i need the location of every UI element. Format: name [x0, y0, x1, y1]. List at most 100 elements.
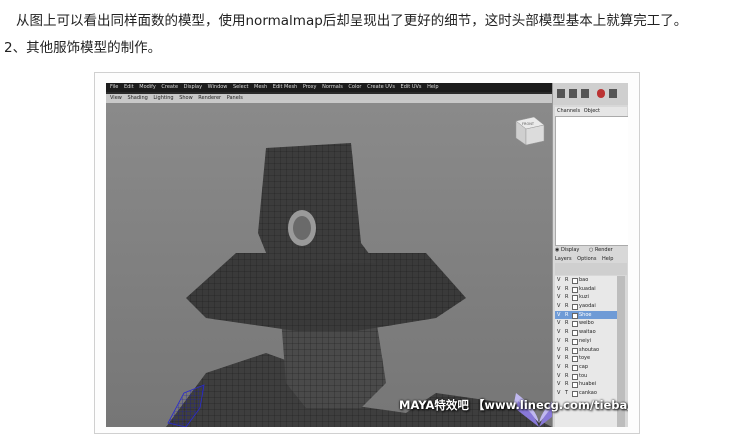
menu-mesh[interactable]: Mesh [254, 84, 267, 90]
menu-create-uvs[interactable]: Create UVs [367, 84, 395, 90]
menu-edit[interactable]: Edit [124, 84, 134, 90]
layer-visibility-toggle[interactable]: V [557, 302, 560, 311]
maya-window: File Edit Modify Create Display Window S… [106, 83, 628, 427]
layer-row[interactable]: V Rtoye [555, 354, 617, 363]
layer-render-toggle[interactable]: R [565, 372, 568, 381]
layer-render-toggle[interactable]: R [565, 311, 568, 320]
menu-proxy[interactable]: Proxy [303, 84, 317, 90]
hat-ornament-inner [293, 216, 311, 240]
layer-render-toggle[interactable]: R [565, 337, 568, 346]
layer-render-toggle[interactable]: R [565, 346, 568, 355]
layer-visibility-toggle[interactable]: V [557, 346, 560, 355]
layer-visibility-toggle[interactable]: V [557, 380, 560, 389]
layer-render-toggle[interactable]: R [565, 319, 568, 328]
panel-menu-view[interactable]: View [110, 95, 122, 101]
layer-visibility-toggle[interactable]: V [557, 363, 560, 372]
layer-color-swatch[interactable] [572, 286, 578, 293]
layer-visibility-toggle[interactable]: V [557, 337, 560, 346]
menu-create[interactable]: Create [161, 84, 178, 90]
layout-icon[interactable] [609, 89, 617, 98]
character-model-render: FRONT [166, 116, 552, 427]
layer-row[interactable]: V Rneiyi [555, 337, 617, 346]
layer-row[interactable]: V Rhuabei [555, 380, 617, 389]
3d-viewport[interactable]: FRONT [106, 103, 552, 427]
layer-visibility-toggle[interactable]: V [557, 293, 560, 302]
article-paragraph-1: 从图上可以看出同样面数的模型，使用normalmap后却呈现出了更好的细节，这时… [16, 13, 688, 29]
panel-menu-renderer[interactable]: Renderer [198, 95, 221, 101]
layer-name: waitao [579, 329, 596, 336]
layer-row[interactable]: V Rcap [555, 363, 617, 372]
layer-row[interactable]: V Rwaitao [555, 328, 617, 337]
tab-object[interactable]: Object [584, 108, 600, 114]
layer-color-swatch[interactable] [572, 338, 578, 345]
layer-menu-help[interactable]: Help [602, 256, 613, 262]
layer-row[interactable]: V Ryaodai [555, 302, 617, 311]
layer-color-swatch[interactable] [572, 304, 578, 311]
panel-menu-panels[interactable]: Panels [227, 95, 243, 101]
layer-visibility-toggle[interactable]: V [557, 328, 560, 337]
menu-edit-mesh[interactable]: Edit Mesh [273, 84, 297, 90]
article-paragraph-2: 2、其他服饰模型的制作。 [4, 40, 162, 56]
layer-render-toggle[interactable]: R [565, 363, 568, 372]
layer-color-swatch[interactable] [572, 312, 578, 319]
layer-render-toggle[interactable]: R [565, 285, 568, 294]
menu-help[interactable]: Help [427, 84, 438, 90]
render-radio-label: Render [594, 247, 613, 253]
layer-visibility-toggle[interactable]: V [557, 285, 560, 294]
menu-select[interactable]: Select [233, 84, 248, 90]
menu-window[interactable]: Window [208, 84, 228, 90]
layer-menu-options[interactable]: Options [577, 256, 596, 262]
layer-color-swatch[interactable] [572, 330, 578, 337]
menu-color[interactable]: Color [348, 84, 361, 90]
layer-render-toggle[interactable]: R [565, 293, 568, 302]
layer-color-swatch[interactable] [572, 364, 578, 371]
tool-settings-icon[interactable] [581, 89, 589, 98]
main-menubar: File Edit Modify Create Display Window S… [106, 83, 552, 92]
layer-name: neiyi [579, 337, 591, 344]
menu-normals[interactable]: Normals [322, 84, 343, 90]
panel-menu-shading[interactable]: Shading [127, 95, 147, 101]
layer-render-toggle[interactable]: R [565, 302, 568, 311]
layer-visibility-toggle[interactable]: V [557, 319, 560, 328]
menu-modify[interactable]: Modify [139, 84, 156, 90]
layer-row[interactable]: V Rtou [555, 372, 617, 381]
render-icon[interactable] [597, 89, 605, 98]
channel-box-icon[interactable] [557, 89, 565, 98]
layer-color-swatch[interactable] [572, 382, 578, 389]
layer-visibility-toggle[interactable]: V [557, 372, 560, 381]
layer-row[interactable]: V Rkuzi [555, 293, 617, 302]
layer-row[interactable]: V Rbao [555, 276, 617, 285]
panel-menu-lighting[interactable]: Lighting [153, 95, 173, 101]
layer-visibility-toggle[interactable]: V [557, 311, 560, 320]
layer-render-toggle[interactable]: R [565, 276, 568, 285]
menu-edit-uvs[interactable]: Edit UVs [401, 84, 422, 90]
panel-menu-show[interactable]: Show [179, 95, 193, 101]
layer-render-toggle[interactable]: R [565, 380, 568, 389]
layer-name: tou [579, 372, 588, 379]
attribute-editor-icon[interactable] [569, 89, 577, 98]
layer-color-swatch[interactable] [572, 356, 578, 363]
layer-name: kuadai [579, 285, 596, 292]
layer-render-toggle[interactable]: R [565, 328, 568, 337]
render-radio[interactable]: ○ Render [589, 247, 613, 253]
layer-visibility-toggle[interactable]: V [557, 276, 560, 285]
layer-row[interactable]: V Rkuadai [555, 285, 617, 294]
layer-toolbar [555, 263, 627, 275]
layer-color-swatch[interactable] [572, 295, 578, 302]
layer-render-toggle[interactable]: R [565, 354, 568, 363]
layer-color-swatch[interactable] [572, 347, 578, 354]
layer-visibility-toggle[interactable]: V [557, 354, 560, 363]
viewcube[interactable]: FRONT [515, 116, 545, 146]
layer-row[interactable]: V R Shoe [555, 310, 617, 320]
display-radio[interactable]: ◉ Display [555, 247, 579, 253]
layer-row[interactable]: V Rweibo [555, 319, 617, 328]
layer-color-swatch[interactable] [572, 373, 578, 380]
layer-mode-radio: ◉ Display ○ Render [555, 245, 627, 255]
layer-color-swatch[interactable] [572, 278, 578, 284]
menu-display[interactable]: Display [184, 84, 202, 90]
menu-file[interactable]: File [110, 84, 118, 90]
layer-color-swatch[interactable] [572, 321, 578, 328]
layer-row[interactable]: V Rshoutao [555, 346, 617, 355]
layer-menu-layers[interactable]: Layers [555, 256, 572, 262]
tab-channels[interactable]: Channels [557, 108, 580, 114]
